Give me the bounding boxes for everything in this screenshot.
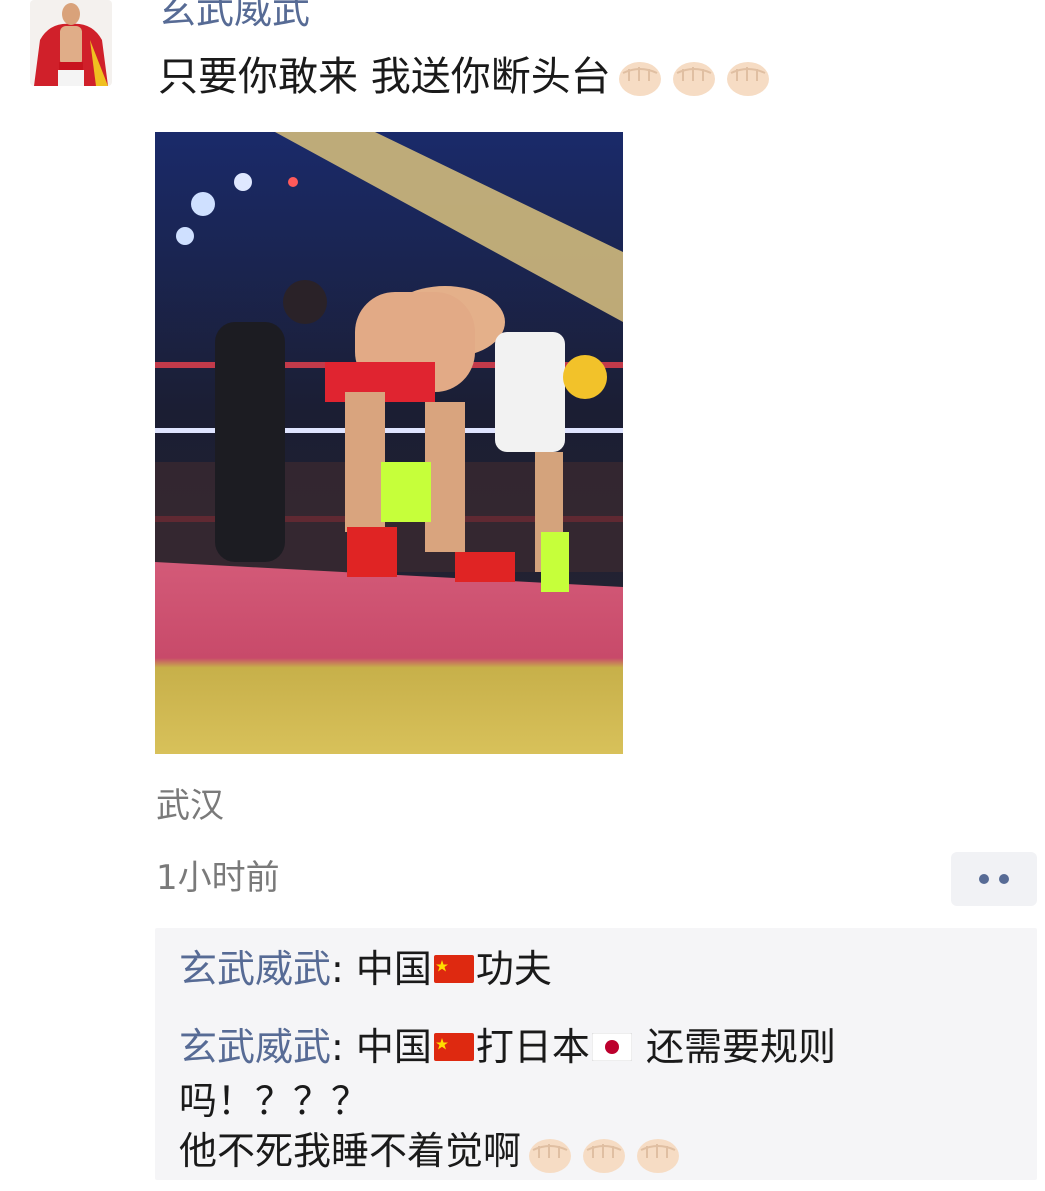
dot-icon: [999, 874, 1009, 884]
post-text-content: 只要你敢来 我送你断头台: [158, 54, 611, 100]
post-username[interactable]: 玄武威武: [158, 0, 310, 32]
comments-panel: 玄武威武: 中国 功夫 玄武威武: 中国 打日本 还需要规则 吗！？？？ 他不死…: [155, 928, 1037, 1180]
fist-emoji: [633, 1132, 683, 1176]
comment-text: 中国: [343, 1025, 432, 1069]
comment-text: 吗！？？？: [179, 1079, 370, 1123]
comment-text: 还需要规则: [633, 1025, 837, 1069]
comment-text: 他不死我睡不着觉啊: [179, 1129, 522, 1173]
comment-separator: :: [331, 947, 344, 991]
comment-2[interactable]: 玄武威武: 中国 打日本 还需要规则: [179, 1020, 836, 1074]
comment-text: 打日本: [475, 1025, 590, 1069]
comment-2-line-2: 吗！？？？: [179, 1074, 369, 1128]
comment-author[interactable]: 玄武威武: [179, 947, 331, 991]
dot-icon: [979, 874, 989, 884]
post-text: 只要你敢来 我送你断头台: [158, 52, 773, 102]
fist-emoji: [615, 55, 665, 99]
comment-text: 中国: [343, 947, 432, 991]
comment-2-line-3: 他不死我睡不着觉啊: [179, 1124, 683, 1178]
post-location[interactable]: 武汉: [156, 782, 224, 830]
fist-emoji: [669, 55, 719, 99]
post-photo[interactable]: [155, 132, 623, 754]
avatar[interactable]: [30, 0, 112, 86]
comment-1[interactable]: 玄武威武: 中国 功夫: [179, 942, 552, 996]
fist-emoji: [579, 1132, 629, 1176]
china-flag-icon: [433, 954, 474, 983]
fist-emoji: [723, 55, 773, 99]
japan-flag-icon: [591, 1032, 632, 1061]
more-actions-button[interactable]: [951, 852, 1037, 906]
post-time: 1小时前: [156, 858, 280, 898]
comment-author[interactable]: 玄武威武: [179, 1025, 331, 1069]
china-flag-icon: [433, 1032, 474, 1061]
fist-emoji: [525, 1132, 575, 1176]
comment-separator: :: [331, 1025, 344, 1069]
comment-text: 功夫: [475, 947, 552, 991]
